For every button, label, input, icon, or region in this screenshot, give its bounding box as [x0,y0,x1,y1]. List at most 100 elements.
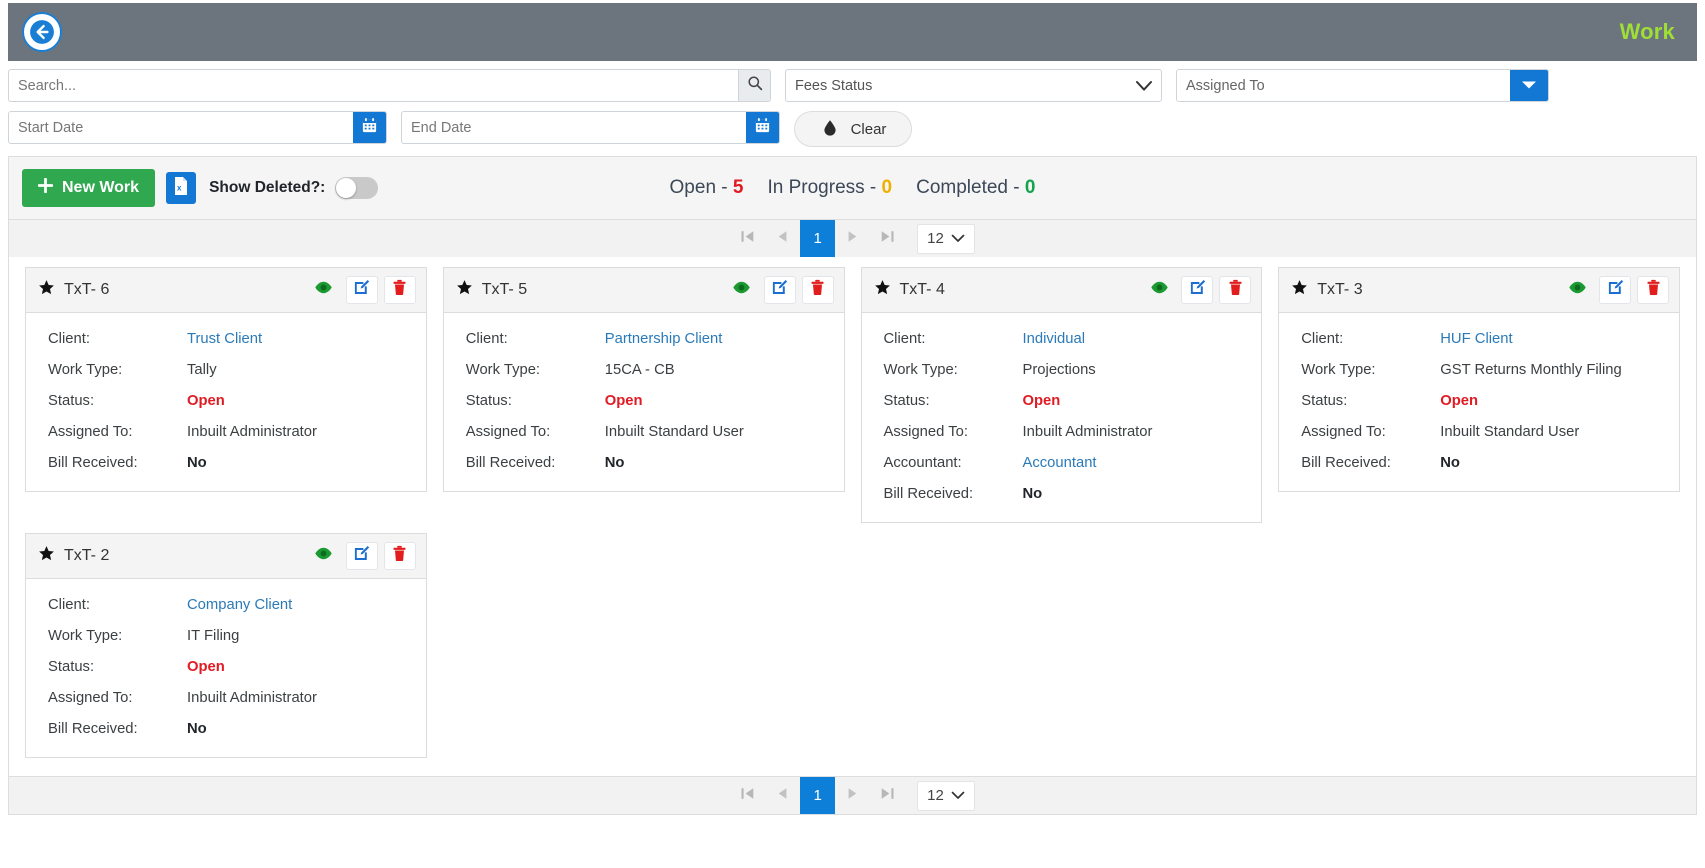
field-label: Client: [465,331,508,347]
page-number-1[interactable]: 1 [800,777,836,814]
last-page-button[interactable] [870,777,905,814]
delete-button[interactable] [1219,276,1252,304]
card-cell: TxT- 5 Client: Partnership Client Work T… [435,267,853,533]
client-link[interactable]: Company Client [187,590,414,621]
delete-button[interactable] [1637,276,1669,304]
page-size-select-bottom[interactable]: 12 [917,780,975,811]
field-label: Status: [48,659,95,675]
client-link[interactable]: Trust Client [187,324,414,355]
client-link[interactable]: Partnership Client [605,324,832,355]
star-icon[interactable] [38,279,55,301]
start-date-picker-button[interactable] [353,112,386,143]
work-cards-grid: TxT- 6 Client: Trust Client Work Type: T… [9,257,1696,776]
delete-button[interactable] [383,276,416,304]
next-page-icon [844,785,861,807]
field-label: Work Type: [1301,362,1376,378]
back-arrow-icon [29,19,55,45]
star-icon[interactable] [38,545,55,567]
assigned-to-input[interactable] [1177,70,1510,101]
search-button[interactable] [738,70,770,101]
work-card-actions [726,276,834,304]
end-date-picker-button[interactable] [746,112,779,143]
next-page-button[interactable] [835,777,870,814]
status-value: Open [1440,393,1479,409]
next-page-button[interactable] [835,220,870,257]
view-button[interactable] [1143,276,1175,304]
edit-button[interactable] [1181,276,1214,304]
filter-row-1: Fees Status [8,69,1697,102]
export-excel-button[interactable]: x [166,172,197,204]
start-date-input[interactable] [9,112,353,143]
work-card-title: TxT- 3 [1291,279,1561,301]
fees-status-select[interactable]: Fees Status [785,69,1162,102]
edit-button[interactable] [345,276,378,304]
work-card-actions [1561,276,1669,304]
delete-button[interactable] [801,276,834,304]
client-link[interactable]: Individual [1023,324,1250,355]
new-work-button[interactable]: New Work [22,169,156,207]
field-label: Accountant: [883,455,962,471]
star-icon[interactable] [874,279,891,301]
field-label: Assigned To: [883,424,968,440]
card-cell: TxT- 2 Client: Company Client Work Type:… [17,533,435,768]
page-size-select-top[interactable]: 12 [917,223,975,254]
work-card: TxT- 2 Client: Company Client Work Type:… [25,533,427,758]
star-icon[interactable] [456,279,473,301]
edit-button[interactable] [345,542,378,570]
field-accountant: Accountant: Accountant [884,448,1250,479]
edit-button[interactable] [763,276,796,304]
work-panel: New Work x Show Deleted?: Open - 5 In Pr… [8,156,1697,815]
field-label: Client: [48,331,90,347]
star-icon[interactable] [1291,279,1308,301]
field-assigned-to: Assigned To: Inbuilt Standard User [1301,417,1667,448]
work-card-actions [1143,276,1252,304]
previous-page-button[interactable] [765,777,800,814]
work-card-body: Client: Individual Work Type: Projection… [862,313,1262,522]
trash-icon [392,279,407,301]
bill-received-value: No [1440,455,1460,471]
field-work-type: Work Type: Tally [48,355,414,386]
end-date-input[interactable] [402,112,746,143]
first-page-button[interactable] [730,220,765,257]
first-page-icon [739,785,756,807]
field-label: Assigned To: [1301,424,1386,440]
field-label: Bill Received: [883,486,974,502]
field-status: Status: Open [466,386,832,417]
field-label: Assigned To: [48,690,133,706]
delete-button[interactable] [383,542,416,570]
work-card-header: TxT- 2 [26,534,426,579]
edit-button[interactable] [1599,276,1631,304]
view-button[interactable] [726,276,758,304]
work-card-title: TxT- 4 [874,279,1144,301]
edit-pencil-icon [1607,279,1624,301]
count-open: Open - 5 [669,177,744,198]
view-button[interactable] [1561,276,1593,304]
work-card: TxT- 5 Client: Partnership Client Work T… [442,267,845,492]
show-deleted-toggle[interactable] [335,177,379,199]
page-number-1[interactable]: 1 [800,220,836,257]
view-button[interactable] [308,276,340,304]
previous-page-button[interactable] [765,220,800,257]
chevron-down-icon [951,787,965,804]
field-bill-received: Bill Received: No [884,479,1250,510]
toggle-knob [336,178,357,198]
calendar-icon [361,117,378,139]
trash-icon [1646,279,1661,301]
field-client: Client: Partnership Client [466,324,832,355]
assigned-to-dropdown-button[interactable] [1510,70,1548,101]
field-assigned-to: Assigned To: Inbuilt Standard User [466,417,832,448]
clear-filters-button[interactable]: Clear [794,111,912,147]
field-label: Work Type: [48,362,123,378]
client-link[interactable]: HUF Client [1440,324,1667,355]
work-card-id: TxT- 6 [64,281,110,298]
back-button[interactable] [22,12,62,52]
last-page-button[interactable] [870,220,905,257]
view-button[interactable] [308,542,340,570]
assigned-to-field [1176,69,1549,102]
eye-icon [1150,280,1169,300]
first-page-button[interactable] [730,777,765,814]
accountant-link[interactable]: Accountant [1023,448,1250,479]
search-input[interactable] [9,70,738,101]
work-card-body: Client: Company Client Work Type: IT Fil… [26,579,426,757]
field-label: Client: [48,597,90,613]
